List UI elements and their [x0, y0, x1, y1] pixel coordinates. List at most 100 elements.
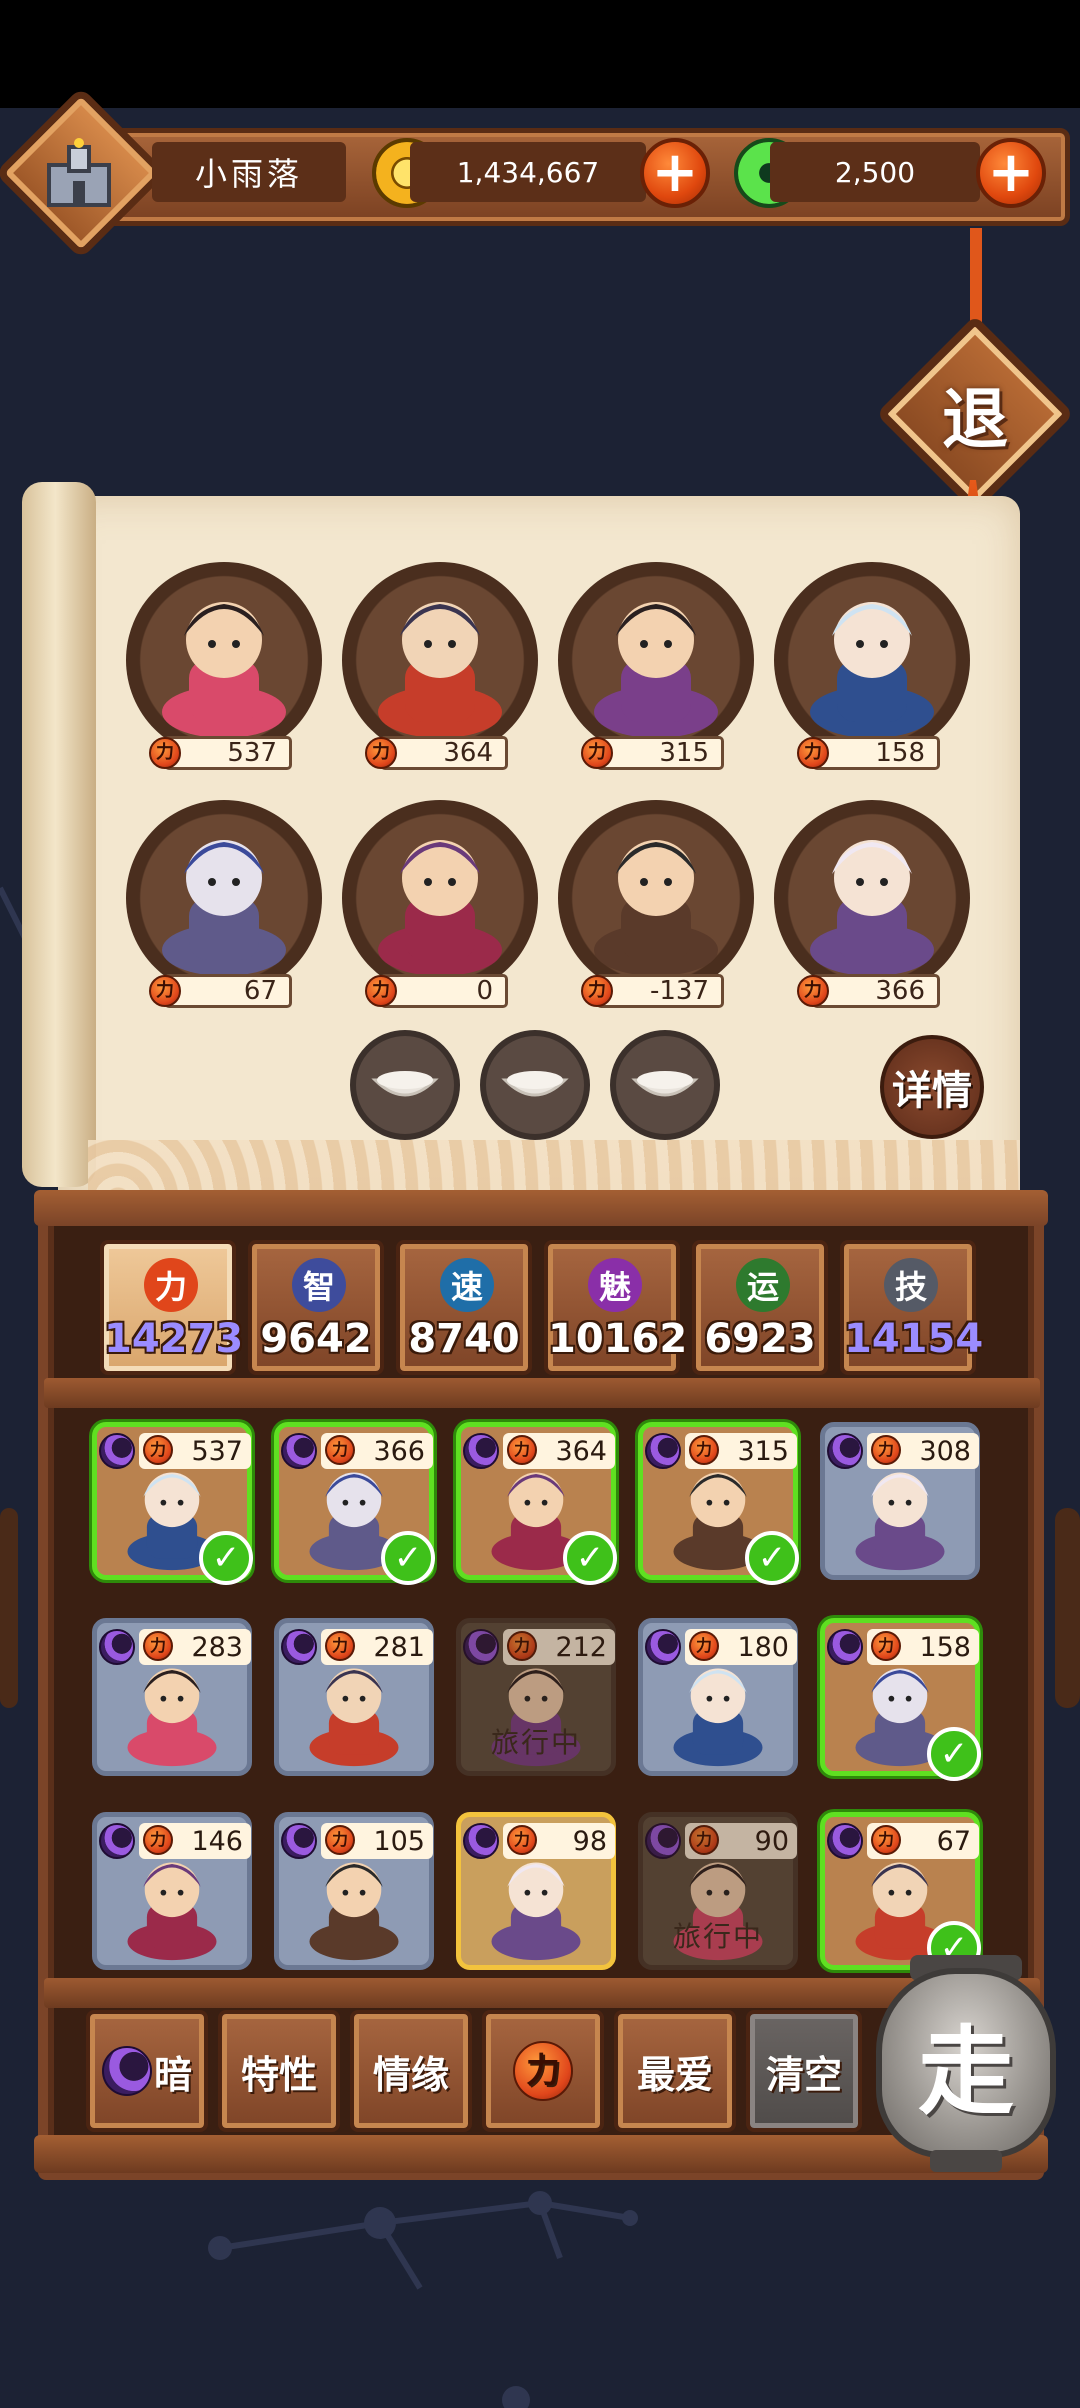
team-power-value: 315 [659, 738, 709, 768]
add-gold-button[interactable]: + [640, 138, 710, 208]
hero-portrait-icon [127, 1668, 217, 1767]
stat-tab[interactable]: 力 14273 [100, 1240, 243, 1375]
dark-element-icon [281, 1433, 317, 1469]
clear-filter-button[interactable]: 清空 [746, 2010, 862, 2132]
stat-tab[interactable]: 速 8740 [396, 1240, 532, 1375]
filter-dark-button[interactable]: 暗 [86, 2010, 208, 2132]
hero-power-badge: 力 537 [139, 1433, 251, 1469]
hero-card[interactable]: 力 98 [456, 1812, 616, 1970]
checkmark-icon: ✓ [927, 1727, 981, 1781]
stat-tab[interactable]: 智 9642 [248, 1240, 384, 1375]
rice-bowl-icon[interactable] [480, 1030, 590, 1140]
hero-card[interactable]: 力 212 旅行中 [456, 1618, 616, 1776]
hero-card[interactable]: 力 366 ✓ [274, 1422, 435, 1585]
add-jade-button[interactable]: + [976, 138, 1046, 208]
team-slot[interactable]: 力 67 [126, 800, 322, 1008]
power-icon: 力 [871, 1631, 901, 1661]
cabinet-top-beam [34, 1190, 1048, 1226]
hero-power-badge: 力 105 [321, 1823, 433, 1859]
hero-power-badge: 力 364 [503, 1433, 615, 1469]
team-slot[interactable]: 力 -137 [558, 800, 754, 1008]
filter-dark-label: 暗 [153, 2052, 192, 2097]
team-power-badge: 力 366 [797, 974, 940, 1008]
hero-card[interactable]: 力 180 [638, 1618, 798, 1776]
dark-element-icon [99, 1629, 135, 1665]
gold-amount: 1,434,667 [410, 142, 646, 202]
power-icon: 力 [325, 1825, 355, 1855]
team-slot[interactable]: 力 366 [774, 800, 970, 1008]
hero-power-value: 67 [936, 1825, 971, 1857]
team-slot[interactable]: 力 0 [342, 800, 538, 1008]
dark-element-icon [827, 1823, 863, 1859]
hero-power-badge: 力 98 [503, 1823, 615, 1859]
detail-button[interactable]: 详情 [880, 1035, 984, 1139]
dark-element-icon [645, 1629, 681, 1665]
hero-card[interactable]: 力 146 [92, 1812, 252, 1970]
hero-card[interactable]: 力 283 [92, 1618, 252, 1776]
power-icon: 力 [325, 1435, 355, 1465]
stat-icon: 智 [292, 1258, 346, 1312]
player-name: 小雨落 [152, 142, 346, 202]
team-slot[interactable]: 力 364 [342, 562, 538, 770]
power-icon: 力 [325, 1631, 355, 1661]
dark-orb-icon [101, 2046, 152, 2096]
stat-icon: 魅 [588, 1258, 642, 1312]
hero-card[interactable]: 力 105 [274, 1812, 434, 1970]
hero-power-value: 537 [191, 1435, 243, 1467]
checkmark-icon: ✓ [745, 1531, 799, 1585]
hero-power-value: 366 [373, 1435, 425, 1467]
hero-power-value: 146 [191, 1825, 243, 1857]
jade-amount: 2,500 [770, 142, 980, 202]
hero-power-value: 283 [191, 1631, 243, 1663]
stat-tab[interactable]: 运 6923 [692, 1240, 828, 1375]
hero-card[interactable]: 力 281 [274, 1618, 434, 1776]
hero-portrait-icon [594, 840, 718, 976]
dark-element-icon [99, 1823, 135, 1859]
hero-card[interactable]: 力 364 ✓ [456, 1422, 617, 1585]
hero-portrait-icon [162, 602, 286, 738]
power-icon: 力 [507, 1435, 537, 1465]
hero-portrait-icon [855, 1472, 945, 1571]
rice-bowl-icon[interactable] [350, 1030, 460, 1140]
hero-power-value: 315 [737, 1435, 789, 1467]
rice-bowl-icon[interactable] [610, 1030, 720, 1140]
filter-bond-button[interactable]: 情缘 [350, 2010, 472, 2132]
lantern-foot [930, 2150, 1002, 2172]
hero-power-value: 98 [572, 1825, 607, 1857]
team-portrait [126, 800, 322, 996]
hero-card[interactable]: 力 67 ✓ [820, 1812, 981, 1975]
power-icon: 力 [143, 1825, 173, 1855]
power-icon: 力 [871, 1825, 901, 1855]
exit-label[interactable]: 退 [905, 344, 1045, 484]
hero-portrait-icon [491, 1862, 581, 1961]
hero-portrait-icon [378, 602, 502, 738]
filter-trait-button[interactable]: 特性 [218, 2010, 340, 2132]
team-portrait [126, 562, 322, 758]
hero-portrait-icon [594, 602, 718, 738]
filter-power-button[interactable]: 力 [482, 2010, 604, 2132]
team-slot[interactable]: 力 158 [774, 562, 970, 770]
filter-favorite-button[interactable]: 最爱 [614, 2010, 736, 2132]
team-slot[interactable]: 力 537 [126, 562, 322, 770]
stat-tab[interactable]: 魅 10162 [544, 1240, 687, 1375]
player-avatar[interactable] [34, 130, 124, 220]
team-power-value: 366 [875, 976, 925, 1006]
hero-power-badge: 力 90 [685, 1823, 797, 1859]
hero-card[interactable]: 力 90 旅行中 [638, 1812, 798, 1970]
stat-tab[interactable]: 技 14154 [840, 1240, 983, 1375]
power-icon: 力 [689, 1631, 719, 1661]
hero-power-badge: 力 283 [139, 1629, 251, 1665]
hero-card[interactable]: 力 308 [820, 1422, 980, 1580]
go-button[interactable]: 走 [876, 1968, 1056, 2158]
stat-value: 8740 [408, 1316, 520, 1362]
hero-card[interactable]: 力 537 ✓ [92, 1422, 253, 1585]
hero-power-value: 364 [555, 1435, 607, 1467]
team-slot[interactable]: 力 315 [558, 562, 754, 770]
hero-card[interactable]: 力 158 ✓ [820, 1618, 981, 1781]
hero-portrait-icon [309, 1668, 399, 1767]
dark-element-icon [463, 1823, 499, 1859]
hero-card[interactable]: 力 315 ✓ [638, 1422, 799, 1585]
power-icon: 力 [689, 1825, 719, 1855]
dark-element-icon [99, 1433, 135, 1469]
cabinet-shelf [44, 1378, 1040, 1408]
